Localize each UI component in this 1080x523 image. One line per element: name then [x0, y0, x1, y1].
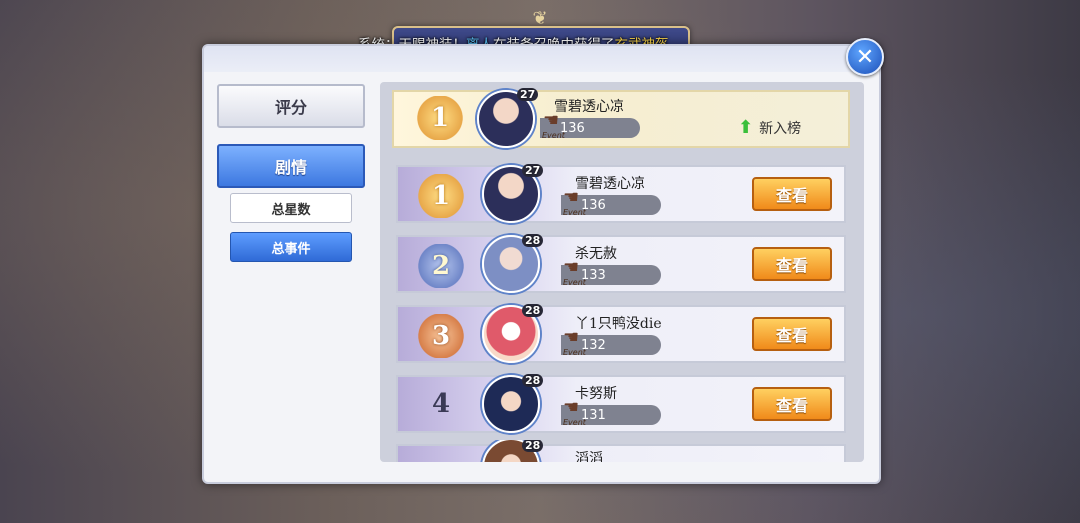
event-hand-icon: ☚ [563, 187, 580, 208]
rank-medal-silver: 2 [411, 244, 471, 288]
up-arrow-icon: ⬆ [738, 117, 754, 138]
player-level: 28 [522, 374, 544, 387]
player-name: 杀无赦 [575, 246, 617, 262]
table-row [396, 444, 846, 462]
status-text: 新入榜 [759, 120, 802, 137]
close-icon: ✕ [855, 44, 875, 70]
player-level: 28 [522, 440, 544, 452]
row-clip: 28 滔滔 [380, 440, 864, 462]
rank-medal-gold: 1 [410, 96, 470, 140]
event-label: Event [563, 278, 586, 287]
event-label: Event [542, 131, 565, 140]
view-button[interactable]: 查看 [752, 247, 832, 281]
tab-score[interactable]: 评分 [217, 84, 365, 128]
rank-medal-gold: 1 [411, 174, 471, 218]
player-level: 27 [517, 88, 539, 101]
close-button[interactable]: ✕ [846, 38, 884, 76]
event-hand-icon: ☚ [563, 257, 580, 278]
view-button[interactable]: 查看 [752, 317, 832, 351]
event-hand-icon: ☚ [543, 110, 560, 131]
view-button[interactable]: 查看 [752, 387, 832, 421]
subtab-total-stars[interactable]: 总星数 [230, 193, 352, 223]
event-label: Event [563, 208, 586, 217]
rank-number: 4 [431, 389, 451, 419]
player-name: 滔滔 [575, 451, 603, 462]
event-hand-icon: ☚ [563, 327, 580, 348]
event-label: Event [563, 348, 586, 357]
new-entry-status: ⬆ 新入榜 [738, 117, 801, 138]
player-name: 卡努斯 [575, 386, 617, 402]
player-level: 28 [522, 304, 544, 317]
event-label: Event [563, 418, 586, 427]
view-button[interactable]: 查看 [752, 177, 832, 211]
player-name: 雪碧透心凉 [554, 99, 624, 115]
rank-medal-bronze: 3 [411, 314, 471, 358]
player-level: 27 [522, 164, 544, 177]
player-name: 丫1只鸭没die [575, 316, 662, 332]
tab-story[interactable]: 剧情 [217, 144, 365, 188]
player-name: 雪碧透心凉 [575, 176, 645, 192]
subtab-total-events[interactable]: 总事件 [230, 232, 352, 262]
player-level: 28 [522, 234, 544, 247]
panel-header-strip [204, 46, 879, 72]
event-hand-icon: ☚ [563, 397, 580, 418]
